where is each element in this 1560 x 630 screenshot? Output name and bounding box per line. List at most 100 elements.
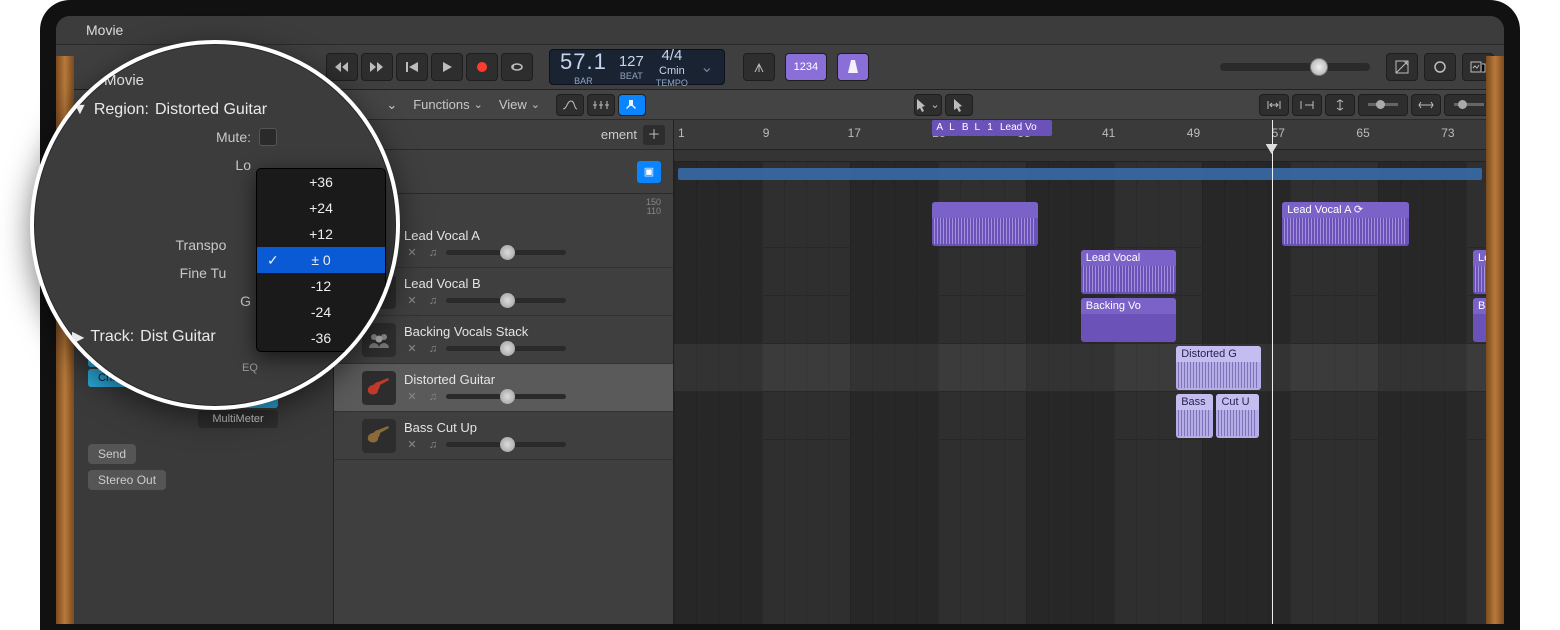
secondary-tool[interactable] bbox=[945, 94, 973, 116]
waveform-icon bbox=[1178, 362, 1259, 388]
tuner-button[interactable] bbox=[743, 53, 775, 81]
ruler-tick: 1 bbox=[678, 126, 685, 140]
pointer-tool[interactable]: ⌄ bbox=[914, 94, 942, 116]
toolbar-right bbox=[1210, 53, 1494, 81]
track-volume-slider[interactable] bbox=[446, 346, 566, 351]
audio-region[interactable]: Backing Vocals Stack bbox=[1473, 298, 1486, 342]
track-lane[interactable] bbox=[674, 392, 1486, 440]
transpose-option[interactable]: ± 0 bbox=[257, 247, 385, 273]
lcd-key-value: Cmin bbox=[659, 65, 685, 77]
audio-region[interactable]: Lead Vocal A ⟳ bbox=[1282, 202, 1409, 246]
solo-headphones-icon[interactable]: ♫ bbox=[425, 342, 441, 356]
insert-slot[interactable]: MultiMeter bbox=[198, 410, 278, 428]
movie-thumb-icon: ▣ bbox=[637, 161, 661, 183]
master-volume-slider[interactable] bbox=[1220, 63, 1370, 71]
catch-playhead-button[interactable] bbox=[618, 94, 646, 116]
disclosure-triangle-icon[interactable]: ▼ bbox=[72, 101, 88, 119]
track-volume-slider[interactable] bbox=[446, 298, 566, 303]
solo-headphones-icon[interactable]: ♫ bbox=[425, 390, 441, 404]
go-to-start-button[interactable] bbox=[396, 53, 428, 81]
metronome-button[interactable] bbox=[837, 53, 869, 81]
solo-headphones-icon[interactable]: ♫ bbox=[425, 246, 441, 260]
mute-checkbox[interactable] bbox=[259, 128, 277, 146]
eq-label: EQ bbox=[242, 362, 258, 374]
solo-headphones-icon[interactable]: ♫ bbox=[425, 294, 441, 308]
send-button[interactable]: Send bbox=[88, 444, 136, 464]
record-button[interactable] bbox=[466, 53, 498, 81]
bar-ruler[interactable]: 1917253341495765738189 bbox=[674, 120, 1486, 150]
lcd-tempo[interactable]: 4/4 Cmin TEMPO bbox=[656, 47, 688, 88]
disclosure-triangle-icon[interactable]: ▶ bbox=[72, 327, 84, 347]
mute-icon[interactable]: ✕ bbox=[404, 390, 420, 404]
region-label: Lead Vocal B ⟳ bbox=[1473, 250, 1486, 266]
arrangement-marker[interactable]: 1 bbox=[983, 120, 997, 136]
mute-icon[interactable]: ✕ bbox=[404, 438, 420, 452]
cycle-button[interactable] bbox=[501, 53, 533, 81]
audio-region[interactable]: Distorted G bbox=[1176, 346, 1261, 390]
play-button[interactable] bbox=[431, 53, 463, 81]
track-name-label: Lead Vocal B bbox=[404, 276, 663, 291]
slider-knob[interactable] bbox=[1310, 58, 1328, 76]
transpose-option[interactable]: -24 bbox=[257, 299, 385, 325]
transpose-option[interactable]: +36 bbox=[257, 169, 385, 195]
lcd-display[interactable]: 57.1 BAR 127 BEAT 4/4 Cmin TEMPO ⌄ bbox=[549, 49, 725, 85]
lcd-mode-caret[interactable]: ⌄ bbox=[700, 57, 714, 77]
view-menu[interactable]: View ⌄ bbox=[495, 97, 544, 112]
arrangement-lane[interactable]: ALBL1Lead Vo bbox=[674, 150, 1486, 162]
audio-region[interactable]: Cut U bbox=[1216, 394, 1258, 438]
arrangement-label: ement bbox=[601, 127, 637, 142]
solo-headphones-icon[interactable]: ♫ bbox=[425, 438, 441, 452]
audio-region[interactable] bbox=[932, 202, 1038, 246]
ruler-tick: 73 bbox=[1441, 126, 1454, 140]
arrangement-marker[interactable]: Lead Vo bbox=[996, 120, 1052, 136]
track-volume-slider[interactable] bbox=[446, 250, 566, 255]
mute-icon[interactable]: ✕ bbox=[404, 342, 420, 356]
region-name: Distorted Guitar bbox=[155, 101, 267, 119]
zoom-vertical-button[interactable] bbox=[1325, 94, 1355, 116]
ruler-tick: 9 bbox=[763, 126, 770, 140]
snap-vertical-button[interactable] bbox=[1259, 94, 1289, 116]
track-name: Dist Guitar bbox=[140, 328, 216, 346]
lcd-beat[interactable]: 127 BEAT bbox=[619, 53, 644, 81]
track-volume-slider[interactable] bbox=[446, 394, 566, 399]
track-header[interactable]: Bass Cut Up✕♫ bbox=[334, 412, 673, 460]
lcd-bar[interactable]: 57.1 BAR bbox=[560, 49, 607, 86]
automation-curve-button[interactable] bbox=[556, 94, 584, 116]
arrange-area[interactable]: 1917253341495765738189 ALBL1Lead Vo Lead… bbox=[674, 120, 1486, 624]
waveform-icon bbox=[1284, 218, 1407, 244]
region-inspector-header[interactable]: ▼ Region: Distorted Guitar bbox=[34, 91, 396, 123]
transpose-dropdown[interactable]: +36+24+12± 0-12-24-36 bbox=[256, 168, 386, 352]
transpose-option[interactable]: +24 bbox=[257, 195, 385, 221]
arrangement-marker[interactable]: L bbox=[971, 120, 985, 136]
region-label bbox=[932, 202, 1038, 218]
loop-browser-button[interactable] bbox=[1424, 53, 1456, 81]
functions-menu[interactable]: Functions ⌄ bbox=[409, 97, 487, 112]
mute-label: Mute: bbox=[34, 129, 259, 145]
zoom-horizontal-button[interactable] bbox=[1411, 94, 1441, 116]
transpose-option[interactable]: -36 bbox=[257, 325, 385, 351]
notepad-button[interactable] bbox=[1386, 53, 1418, 81]
transpose-label: Transpo bbox=[34, 237, 234, 253]
playhead[interactable] bbox=[1272, 120, 1273, 624]
transpose-option[interactable]: -12 bbox=[257, 273, 385, 299]
arrangement-marker[interactable]: L bbox=[945, 120, 959, 136]
transpose-option[interactable]: +12 bbox=[257, 221, 385, 247]
snap-align-button[interactable] bbox=[1292, 94, 1322, 116]
count-in-button[interactable]: 1234 bbox=[785, 53, 827, 81]
arrangement-strip[interactable] bbox=[678, 168, 1482, 180]
add-track-button[interactable]: ＋ bbox=[643, 125, 665, 145]
track-lane[interactable] bbox=[674, 344, 1486, 392]
output-button[interactable]: Stereo Out bbox=[88, 470, 166, 490]
vertical-zoom-slider[interactable] bbox=[1358, 94, 1408, 116]
audio-region[interactable]: Lead Vocal bbox=[1081, 250, 1176, 294]
loop-label: Lo bbox=[34, 157, 259, 173]
audio-region[interactable]: Lead Vocal B ⟳ bbox=[1473, 250, 1486, 294]
audio-region[interactable]: Bass bbox=[1176, 394, 1213, 438]
frame-decor-right bbox=[1486, 56, 1504, 624]
track-volume-slider[interactable] bbox=[446, 442, 566, 447]
flex-button[interactable] bbox=[587, 94, 615, 116]
audio-region[interactable]: Backing Vo bbox=[1081, 298, 1176, 342]
mute-icon[interactable]: ✕ bbox=[404, 294, 420, 308]
ruler-tick: 65 bbox=[1356, 126, 1369, 140]
mute-icon[interactable]: ✕ bbox=[404, 246, 420, 260]
